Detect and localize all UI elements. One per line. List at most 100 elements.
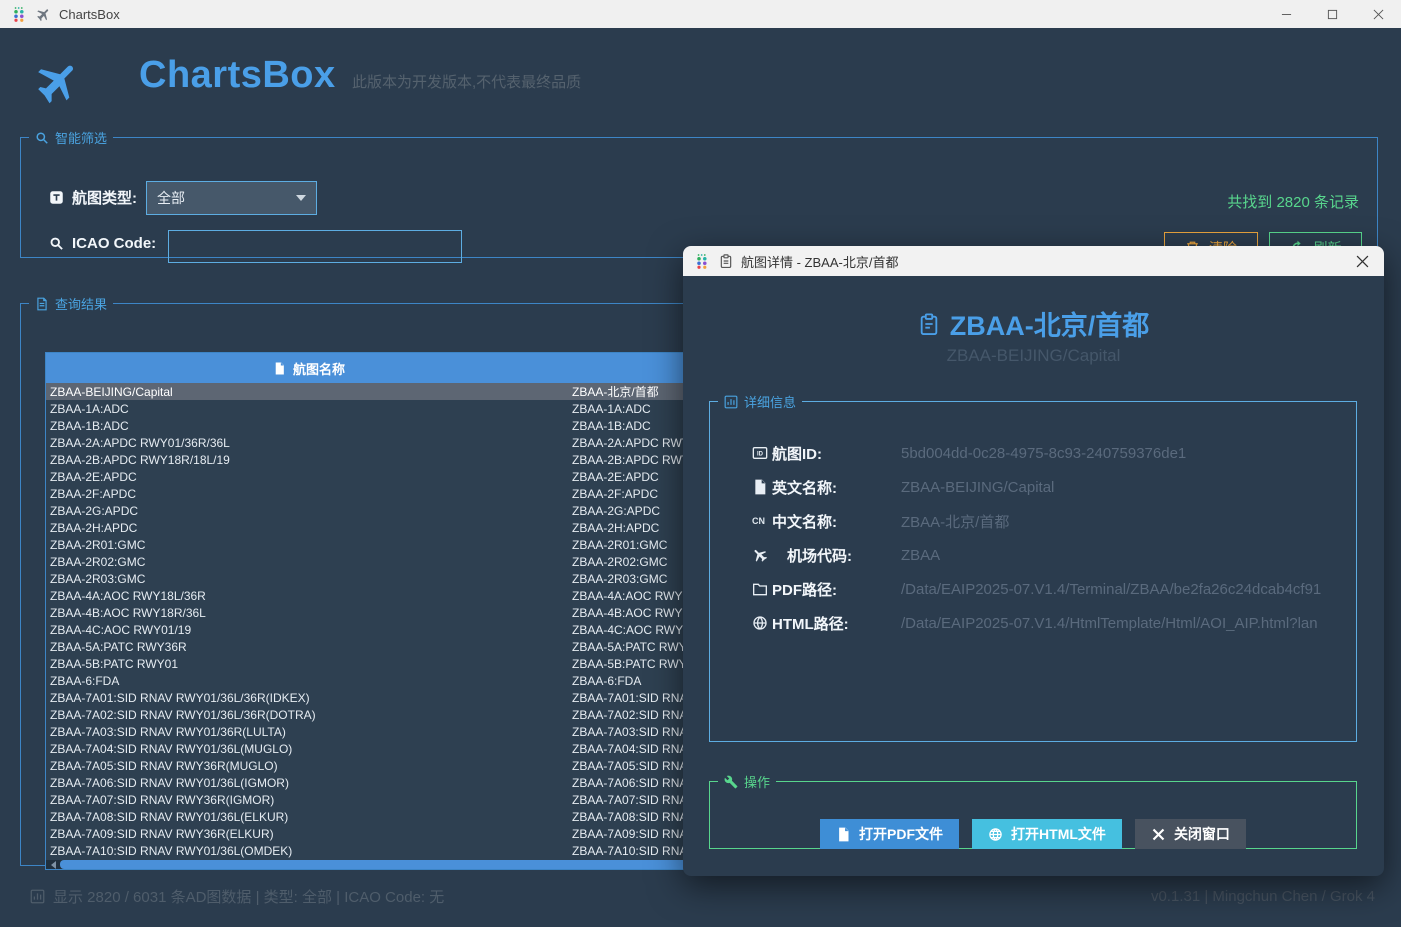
chart-type-icon bbox=[49, 190, 64, 205]
chart-name-cell: ZBAA-7A10:SID RNAV RWY01/36L(OMDEK) bbox=[46, 844, 572, 858]
chart-name-cell: ZBAA-7A02:SID RNAV RWY01/36L/36R(DOTRA) bbox=[46, 708, 572, 722]
chart-type-label: 航图类型: bbox=[49, 187, 137, 208]
detail-field-value: /Data/EAIP2025-07.V1.4/Terminal/ZBAA/be2… bbox=[901, 581, 1356, 598]
cn-icon: CN bbox=[752, 513, 772, 529]
chart-name-cell: ZBAA-7A04:SID RNAV RWY01/36L(MUGLO) bbox=[46, 742, 572, 756]
chart-name-cell: ZBAA-7A01:SID RNAV RWY01/36L/36R(IDKEX) bbox=[46, 691, 572, 705]
document-icon bbox=[752, 479, 772, 495]
app-grid-logo-icon bbox=[12, 6, 28, 22]
chart-name-cell: ZBAA-7A06:SID RNAV RWY01/36L(IGMOR) bbox=[46, 776, 572, 790]
document-icon bbox=[35, 297, 49, 311]
window-title: ChartsBox bbox=[59, 7, 120, 22]
bar-chart-icon bbox=[30, 889, 45, 904]
detail-field-row: 机场代码:ZBAA bbox=[710, 545, 1356, 565]
filter-legend-label: 智能筛选 bbox=[55, 128, 107, 147]
chart-name-cell: ZBAA-2E:APDC bbox=[46, 470, 572, 484]
detail-fields: ID 航图ID:5bd004dd-0c28-4975-8c93-240759376… bbox=[710, 443, 1356, 647]
dialog-close-button[interactable] bbox=[1350, 249, 1374, 273]
chart-detail-dialog: 航图详情 - ZBAA-北京/首都 ZBAA-北京/首都 ZBAA-BEIJIN… bbox=[683, 246, 1384, 876]
chart-name-cell: ZBAA-5A:PATC RWY36R bbox=[46, 640, 572, 654]
chart-name-cell: ZBAA-1A:ADC bbox=[46, 402, 572, 416]
close-x-icon bbox=[1151, 827, 1166, 842]
svg-text:ID: ID bbox=[757, 451, 764, 457]
wrench-icon bbox=[724, 775, 738, 789]
detail-field-label: PDF路径: bbox=[772, 579, 901, 600]
chart-name-cell: ZBAA-7A07:SID RNAV RWY36R(IGMOR) bbox=[46, 793, 572, 807]
chart-name-cell: ZBAA-2B:APDC RWY18R/18L/19 bbox=[46, 453, 572, 467]
dialog-heading: ZBAA-北京/首都 bbox=[683, 304, 1384, 343]
chart-name-cell: ZBAA-5B:PATC RWY01 bbox=[46, 657, 572, 671]
filter-panel: 智能筛选 航图类型: 全部 ICAO Code: 共找到 2820 条记录 清除 bbox=[20, 128, 1378, 258]
detail-field-row: HTML路径:/Data/EAIP2025-07.V1.4/HtmlTempla… bbox=[710, 613, 1356, 633]
app-grid-logo-icon bbox=[695, 253, 711, 269]
chart-name-cell: ZBAA-2R02:GMC bbox=[46, 555, 572, 569]
detail-field-row: ID 航图ID:5bd004dd-0c28-4975-8c93-240759376… bbox=[710, 443, 1356, 463]
chart-name-cell: ZBAA-2G:APDC bbox=[46, 504, 572, 518]
open-pdf-button[interactable]: 打开PDF文件 bbox=[820, 819, 959, 849]
chart-name-cell: ZBAA-4C:AOC RWY01/19 bbox=[46, 623, 572, 637]
document-icon bbox=[836, 827, 851, 842]
chart-name-cell: ZBAA-7A08:SID RNAV RWY01/36L(ELKUR) bbox=[46, 810, 572, 824]
detail-field-label: 中文名称: bbox=[772, 511, 901, 532]
detail-field-value: ZBAA bbox=[901, 547, 1356, 564]
icao-code-label: ICAO Code: bbox=[49, 235, 156, 252]
detail-field-label: HTML路径: bbox=[772, 613, 901, 634]
maximize-button[interactable] bbox=[1309, 0, 1355, 28]
detail-field-row: 英文名称:ZBAA-BEIJING/Capital bbox=[710, 477, 1356, 497]
chevron-down-icon bbox=[296, 195, 306, 201]
chart-name-cell: ZBAA-2F:APDC bbox=[46, 487, 572, 501]
chart-type-selected-value: 全部 bbox=[157, 188, 185, 208]
page-title: ChartsBox bbox=[139, 54, 336, 97]
window-controls bbox=[1263, 0, 1401, 28]
id-card-icon: ID bbox=[752, 445, 772, 461]
version-text: v0.1.31 | Mingchun Chen / Grok 4 bbox=[1151, 888, 1375, 905]
actions-panel: 操作 打开PDF文件 打开HTML文件 bbox=[709, 772, 1357, 849]
chart-name-cell: ZBAA-1B:ADC bbox=[46, 419, 572, 433]
results-legend: 查询结果 bbox=[29, 294, 113, 313]
details-legend: 详细信息 bbox=[718, 392, 802, 411]
magnifier-icon bbox=[49, 236, 64, 251]
detail-field-row: PDF路径:/Data/EAIP2025-07.V1.4/Terminal/ZB… bbox=[710, 579, 1356, 599]
app-logo-plane-icon bbox=[34, 58, 82, 106]
search-icon bbox=[35, 131, 49, 145]
actions-legend: 操作 bbox=[718, 772, 776, 791]
scroll-left-arrow-icon[interactable] bbox=[48, 860, 58, 869]
chart-name-cell: ZBAA-2R01:GMC bbox=[46, 538, 572, 552]
detail-field-label: 航图ID: bbox=[772, 443, 901, 464]
icao-code-input[interactable] bbox=[168, 230, 462, 263]
page-subtitle: 此版本为开发版本,不代表最终品质 bbox=[352, 71, 581, 92]
dialog-title-text: 航图详情 - ZBAA-北京/首都 bbox=[741, 252, 898, 271]
close-window-button[interactable]: 关闭窗口 bbox=[1135, 819, 1246, 849]
chart-name-cell: ZBAA-7A03:SID RNAV RWY01/36R(LULTA) bbox=[46, 725, 572, 739]
status-text: 显示 2820 / 6031 条AD图数据 | 类型: 全部 | ICAO Co… bbox=[53, 886, 444, 907]
detail-field-value: ZBAA-BEIJING/Capital bbox=[901, 479, 1356, 496]
close-button[interactable] bbox=[1355, 0, 1401, 28]
clipboard-icon bbox=[719, 254, 733, 268]
results-legend-label: 查询结果 bbox=[55, 294, 107, 313]
chart-name-cell: ZBAA-7A05:SID RNAV RWY36R(MUGLO) bbox=[46, 759, 572, 773]
chart-name-cell: ZBAA-2H:APDC bbox=[46, 521, 572, 535]
minimize-button[interactable] bbox=[1263, 0, 1309, 28]
window-titlebar: ChartsBox bbox=[0, 0, 1401, 28]
actions-legend-label: 操作 bbox=[744, 772, 770, 791]
details-legend-label: 详细信息 bbox=[744, 392, 796, 411]
bar-chart-icon bbox=[724, 395, 738, 409]
detail-field-row: CN中文名称:ZBAA-北京/首都 bbox=[710, 511, 1356, 531]
filter-legend: 智能筛选 bbox=[29, 128, 113, 147]
globe-icon bbox=[988, 827, 1003, 842]
clipboard-icon bbox=[918, 313, 940, 335]
chart-name-column-header: 航图名称 bbox=[46, 359, 572, 378]
action-buttons: 打开PDF文件 打开HTML文件 关闭窗口 bbox=[710, 819, 1356, 849]
chart-name-cell: ZBAA-BEIJING/Capital bbox=[46, 385, 572, 399]
status-bar: 显示 2820 / 6031 条AD图数据 | 类型: 全部 | ICAO Co… bbox=[30, 886, 444, 907]
chart-type-select[interactable]: 全部 bbox=[146, 181, 317, 215]
globe-icon bbox=[752, 615, 772, 631]
open-html-button[interactable]: 打开HTML文件 bbox=[972, 819, 1122, 849]
document-icon bbox=[273, 362, 286, 375]
detail-field-value: 5bd004dd-0c28-4975-8c93-240759376de1 bbox=[901, 445, 1356, 462]
dialog-titlebar: 航图详情 - ZBAA-北京/首都 bbox=[683, 246, 1384, 276]
detail-field-label: 英文名称: bbox=[772, 477, 901, 498]
detail-field-value: /Data/EAIP2025-07.V1.4/HtmlTemplate/Html… bbox=[901, 615, 1356, 632]
details-panel: 详细信息 ID 航图ID:5bd004dd-0c28-4975-8c93-2407… bbox=[709, 392, 1357, 742]
chart-name-cell: ZBAA-4B:AOC RWY18R/36L bbox=[46, 606, 572, 620]
